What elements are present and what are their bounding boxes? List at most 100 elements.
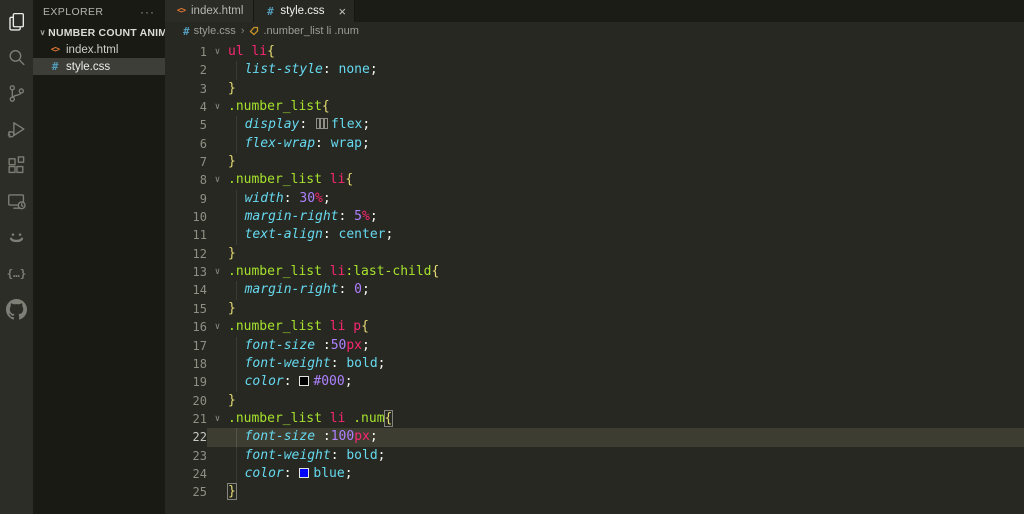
fold-gutter [207, 465, 228, 483]
code-content[interactable]: } [228, 153, 1024, 171]
code-content[interactable]: color: blue; [228, 464, 1024, 484]
sidebar-folder-root[interactable]: ∨ NUMBER COUNT ANIMA... [33, 24, 165, 41]
code-line-1: 1 ∨ ul li{ [165, 43, 1024, 61]
code-content[interactable]: display: flex; [228, 116, 1024, 135]
fold-chevron-icon[interactable]: ∨ [207, 410, 228, 428]
fold-gutter [207, 355, 228, 373]
flexbox-decorator-icon[interactable] [316, 118, 329, 130]
token-cls: :last-child [345, 264, 432, 280]
token-prop: color [244, 465, 284, 481]
code-line-3: 3} [165, 80, 1024, 98]
css-file-icon: # [183, 24, 190, 38]
fold-gutter [207, 373, 228, 391]
indent-guide [228, 116, 245, 135]
tab-style.css[interactable]: # style.css × [254, 0, 356, 22]
token-cls: .number_list [228, 410, 322, 426]
line-number: 3 [199, 81, 207, 96]
code-content[interactable]: .number_list li p{ [228, 318, 1024, 336]
token-brk: } [228, 300, 236, 316]
fold-gutter [207, 61, 228, 79]
sidebar-item-style.css[interactable]: # style.css [33, 58, 165, 75]
code-content[interactable]: .number_list li .num{ [228, 409, 1024, 428]
code-line-21: 21 ∨ .number_list li .num{ [165, 409, 1024, 428]
fold-gutter [207, 337, 228, 355]
tab-index.html[interactable]: <> index.html [165, 0, 255, 22]
activity-item-smiley[interactable] [0, 219, 33, 255]
code-line-6: 6 flex-wrap: wrap; [165, 134, 1024, 154]
code-content[interactable]: font-size :100px; [228, 428, 1024, 447]
breadcrumb-file[interactable]: # style.css [183, 25, 236, 38]
chevron-down-icon: ∨ [39, 28, 46, 37]
code-content[interactable]: font-size :50px; [228, 336, 1024, 355]
code-content[interactable]: } [228, 392, 1024, 410]
code-content[interactable]: .number_list li{ [228, 171, 1024, 189]
code-content[interactable]: } [228, 300, 1024, 318]
activity-item-live-server[interactable] [0, 183, 33, 219]
token-val: bold [346, 447, 378, 463]
token-pun: : [283, 374, 300, 390]
token-num: 30 [299, 190, 316, 206]
fold-gutter [207, 281, 228, 299]
token-pun: ; [369, 62, 378, 78]
activity-item-extensions[interactable] [0, 147, 33, 183]
explorer-header: EXPLORER ··· [33, 0, 165, 24]
token-pun: : [338, 209, 355, 225]
code-content[interactable]: width: 30%; [228, 189, 1024, 209]
breadcrumb-symbol[interactable]: .number_list li .num [249, 25, 359, 37]
line-number: 22 [192, 430, 207, 445]
sidebar-item-index.html[interactable]: <> index.html [33, 41, 165, 58]
activity-item-github[interactable] [0, 291, 33, 327]
live-server-icon [8, 193, 26, 209]
line-number: 5 [199, 118, 207, 133]
fold-chevron-icon[interactable]: ∨ [207, 318, 228, 336]
token-prop: font-size [244, 337, 316, 353]
activity-item-run-debug[interactable] [0, 111, 33, 147]
code-line-24: 24 color: blue; [165, 464, 1024, 484]
ellipsis-icon[interactable]: ··· [140, 5, 155, 19]
fold-chevron-icon[interactable]: ∨ [207, 98, 228, 116]
color-swatch[interactable] [299, 467, 310, 478]
activity-item-braces[interactable]: {…} [0, 255, 33, 291]
search-icon [9, 49, 25, 65]
code-content[interactable]: font-weight: bold; [228, 354, 1024, 374]
fold-chevron-icon[interactable]: ∨ [207, 263, 228, 281]
color-swatch[interactable] [299, 376, 310, 387]
indent-guide [228, 428, 245, 447]
line-number: 1 [199, 45, 207, 59]
smiley-icon [9, 232, 24, 242]
fold-chevron-icon[interactable]: ∨ [207, 171, 228, 189]
token-pun: : [299, 117, 316, 133]
activity-item-explorer[interactable] [0, 3, 33, 39]
code-content[interactable]: margin-right: 0; [228, 281, 1024, 300]
code-content[interactable]: .number_list li:last-child{ [228, 263, 1024, 281]
code-line-20: 20} [165, 392, 1024, 410]
html-file-icon: <> [50, 44, 60, 55]
fold-gutter [207, 80, 228, 98]
token-brk: { [361, 319, 369, 335]
code-content[interactable]: margin-right: 5%; [228, 208, 1024, 227]
extensions-icon [8, 155, 25, 173]
run-debug-icon [7, 121, 25, 138]
token-brk: { [431, 264, 440, 280]
token-prop: font-weight [244, 355, 331, 371]
code-content[interactable]: font-weight: bold; [228, 446, 1024, 465]
code-content[interactable]: text-align: center; [228, 226, 1024, 245]
line-number: 23 [192, 448, 207, 463]
code-content[interactable]: color: #000; [228, 373, 1024, 392]
code-content[interactable]: list-style: none; [228, 61, 1024, 80]
code-content[interactable]: .number_list{ [228, 98, 1024, 116]
token-brk: { [321, 99, 330, 115]
code-content[interactable]: ul li{ [228, 43, 1024, 61]
activity-item-search[interactable] [0, 39, 33, 75]
code-content[interactable]: } [228, 80, 1024, 98]
token-prop: list-style [244, 62, 323, 78]
code-content[interactable]: flex-wrap: wrap; [228, 134, 1024, 154]
fold-gutter [207, 428, 228, 446]
code-line-14: 14 margin-right: 0; [165, 281, 1024, 300]
token-unit: px [354, 429, 370, 445]
fold-chevron-icon[interactable]: ∨ [207, 43, 228, 61]
activity-item-source-control[interactable] [0, 75, 33, 111]
close-icon[interactable]: × [339, 5, 347, 18]
code-content[interactable]: } [228, 245, 1024, 263]
code-content[interactable]: } [227, 483, 1024, 501]
